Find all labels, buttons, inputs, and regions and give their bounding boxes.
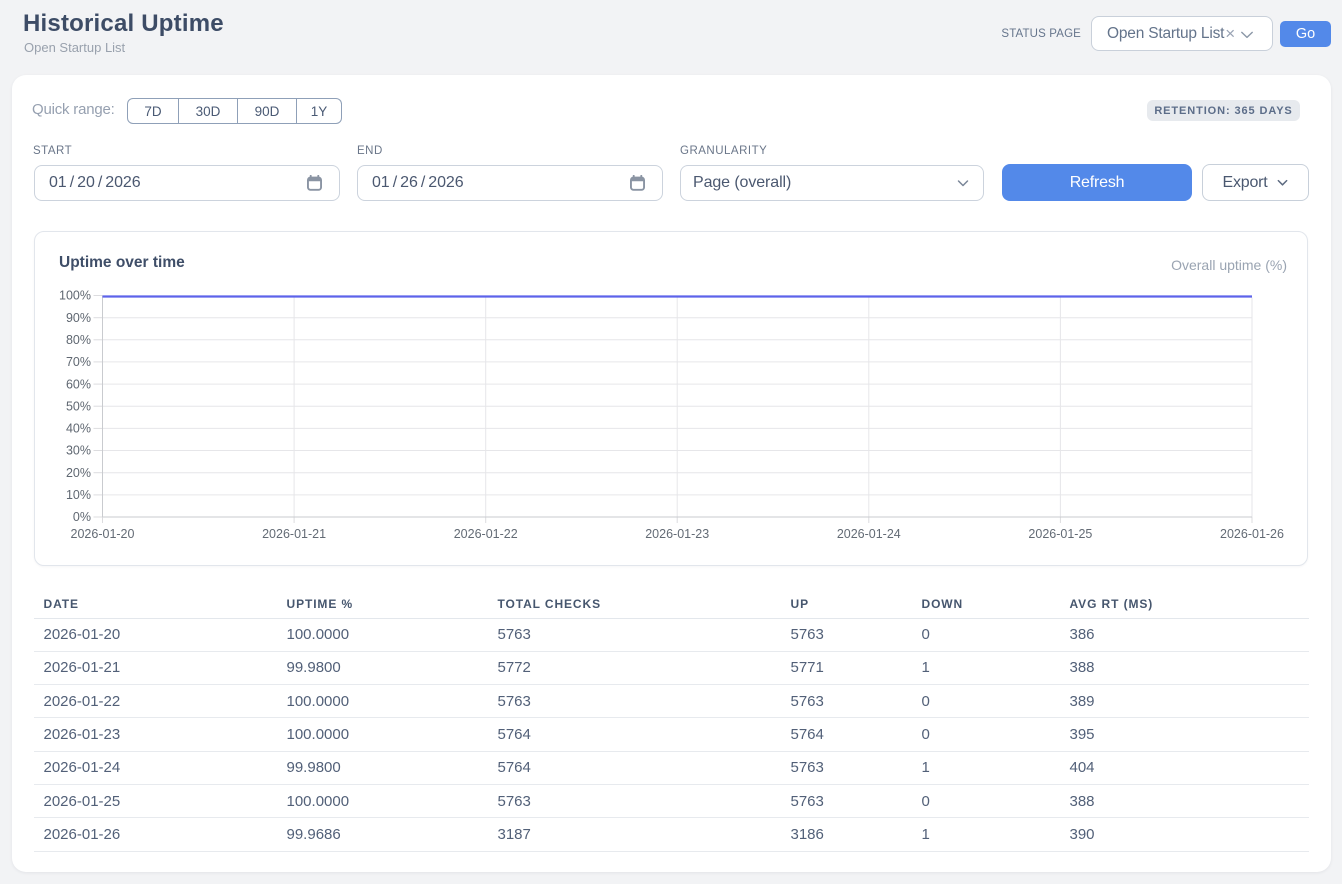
svg-text:10%: 10% [66,488,91,502]
svg-text:40%: 40% [66,422,91,436]
svg-text:0%: 0% [73,510,91,524]
svg-text:60%: 60% [66,377,91,391]
svg-text:2026-01-24: 2026-01-24 [837,527,901,541]
svg-text:30%: 30% [66,444,91,458]
svg-text:2026-01-26: 2026-01-26 [1220,527,1284,541]
svg-text:2026-01-22: 2026-01-22 [454,527,518,541]
svg-text:100%: 100% [59,289,91,303]
svg-text:20%: 20% [66,466,91,480]
svg-text:70%: 70% [66,355,91,369]
svg-text:80%: 80% [66,333,91,347]
svg-text:90%: 90% [66,311,91,325]
svg-text:50%: 50% [66,399,91,413]
svg-text:2026-01-23: 2026-01-23 [645,527,709,541]
svg-text:2026-01-21: 2026-01-21 [262,527,326,541]
svg-text:2026-01-25: 2026-01-25 [1028,527,1092,541]
svg-text:2026-01-20: 2026-01-20 [71,527,135,541]
